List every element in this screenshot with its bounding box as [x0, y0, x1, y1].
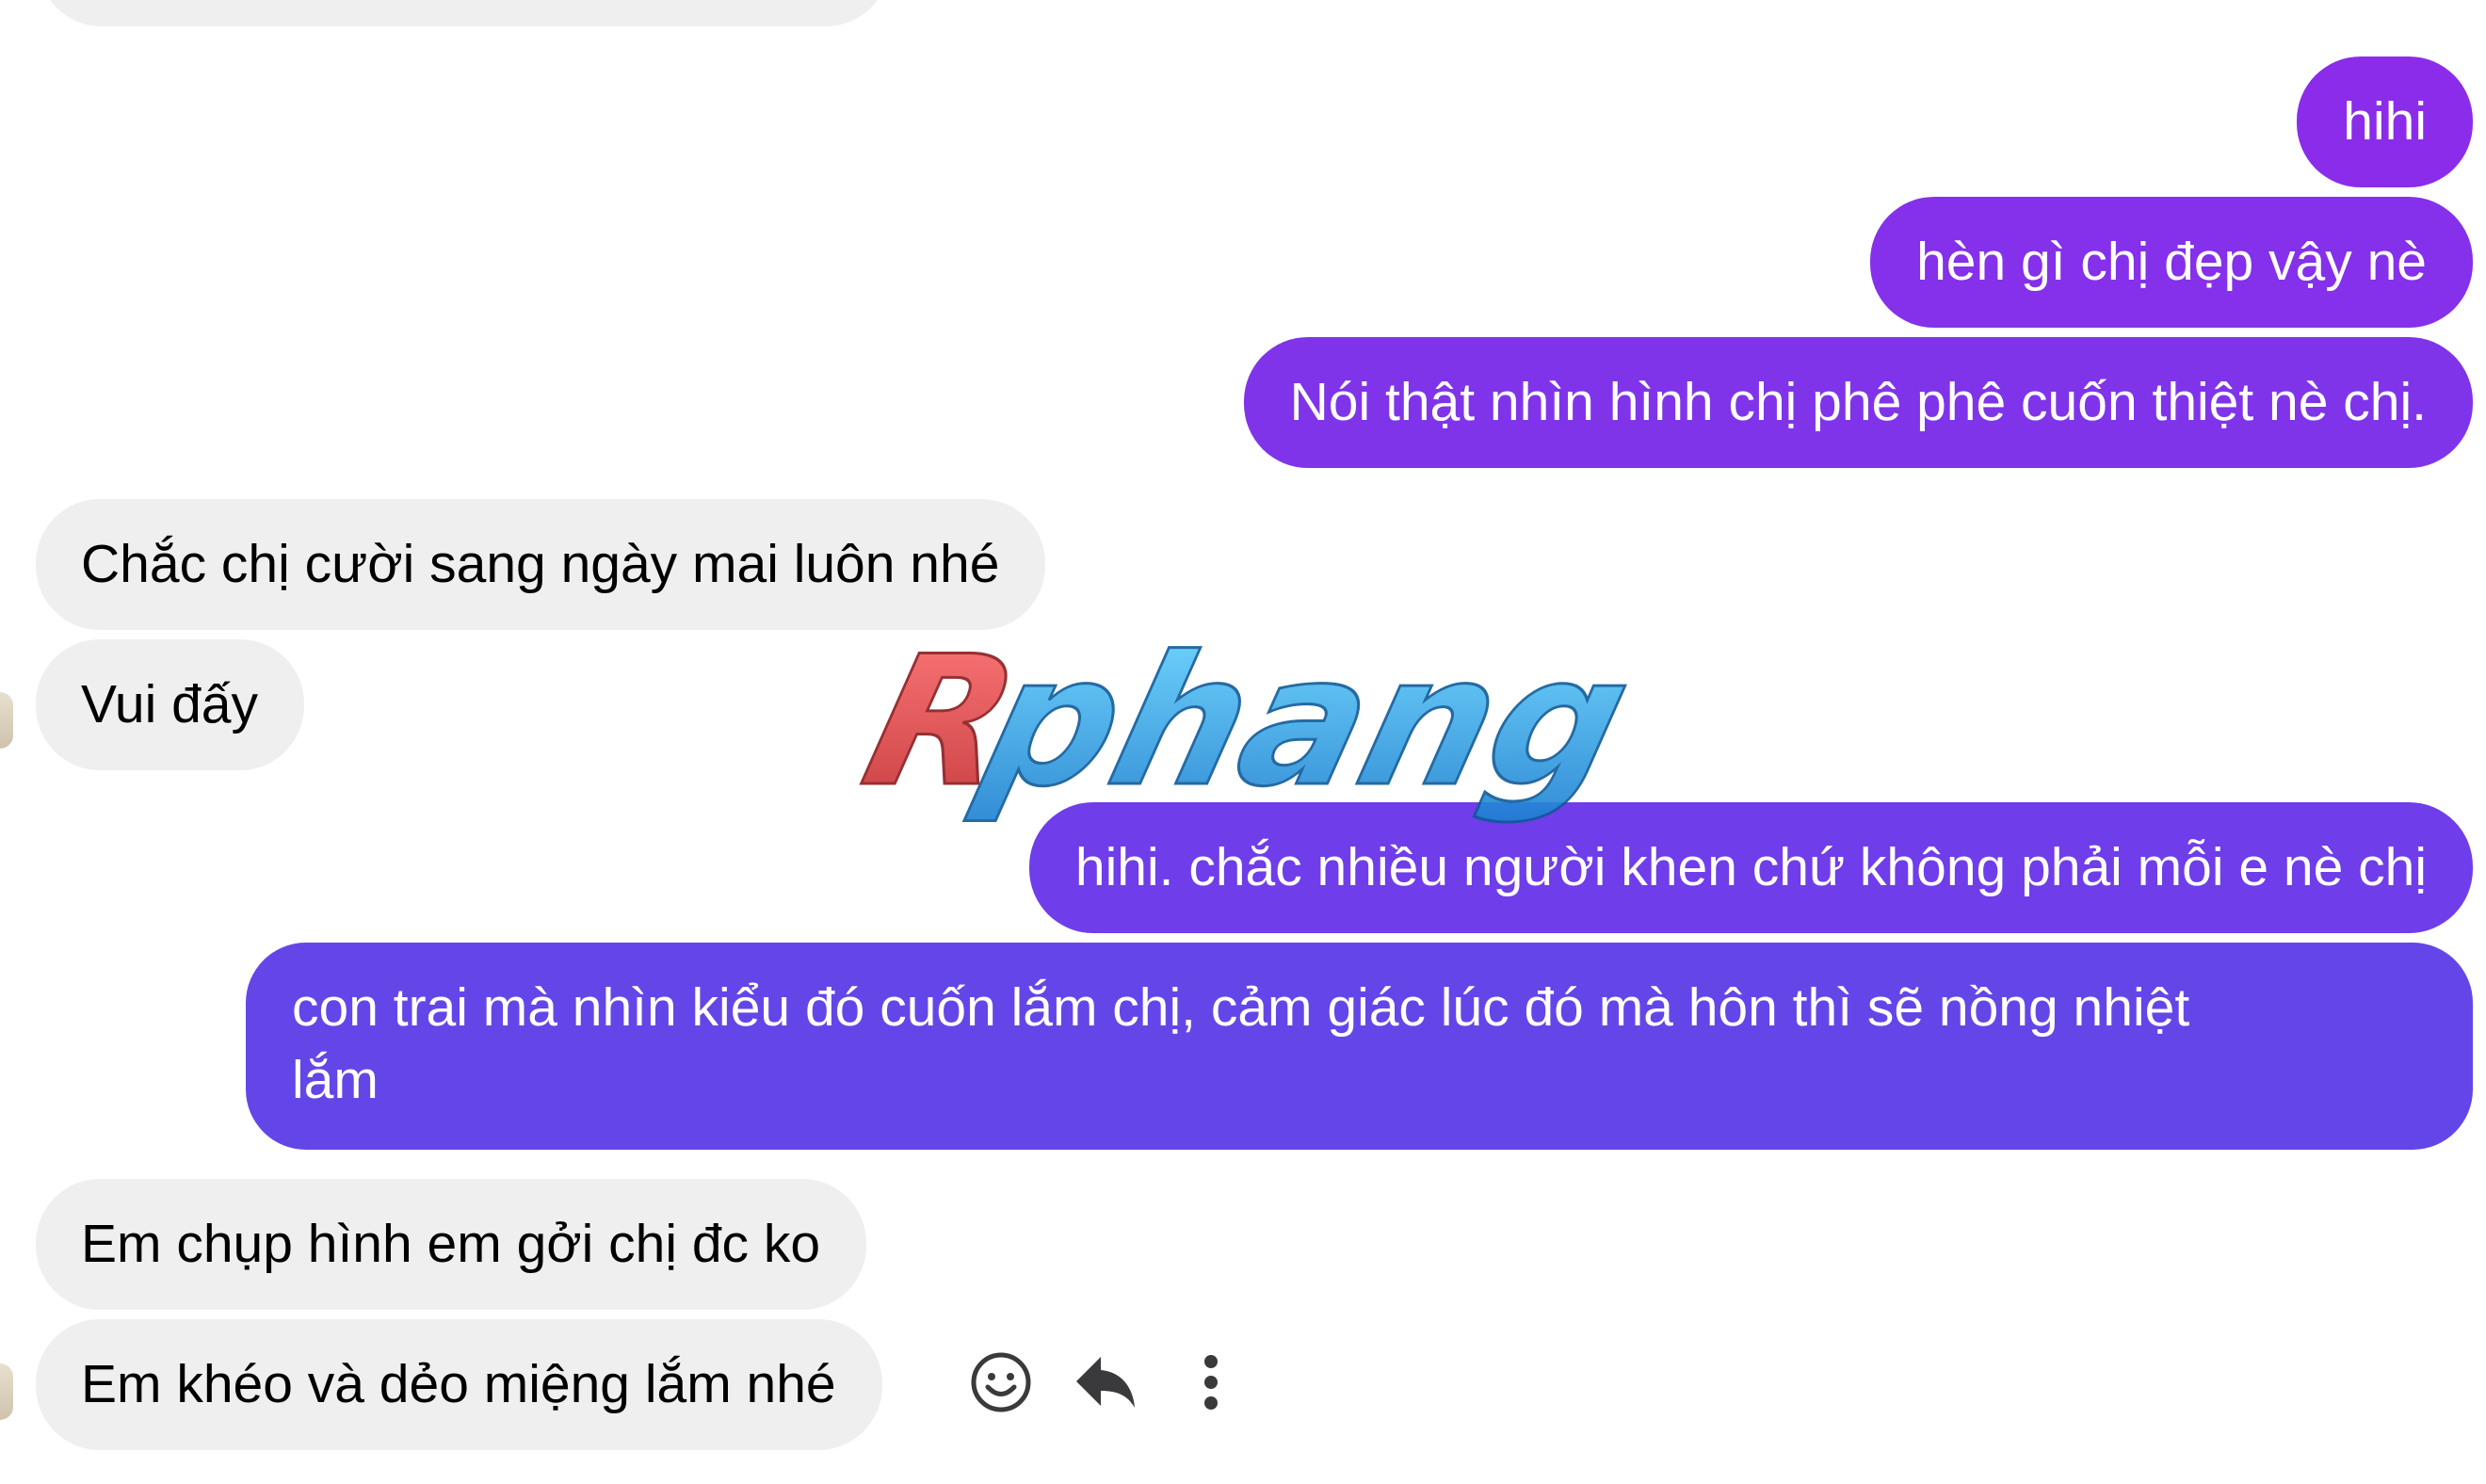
svg-text:R: R: [847, 642, 1037, 826]
message-bubble-incoming[interactable]: Em chụp hình em gởi chị đc ko: [36, 1179, 867, 1310]
message-bubble-outgoing[interactable]: hèn gì chị đẹp vậy nè: [1870, 197, 2473, 328]
message-text: Chắc chị cười sang ngày mai luôn nhé: [81, 534, 1000, 594]
message-bubble-incoming[interactable]: Chắc chị cười sang ngày mai luôn nhé: [36, 499, 1046, 630]
more-vertical-icon[interactable]: [1177, 1348, 1245, 1416]
message-text: Vui đấy: [81, 674, 259, 734]
message-text: hèn gì chị đẹp vậy nè: [1916, 232, 2427, 292]
message-bubble-outgoing[interactable]: hihi. chắc nhiều người khen chứ không ph…: [1028, 802, 2473, 933]
message-text: lắm: [292, 1050, 379, 1110]
reply-icon[interactable]: [1072, 1348, 1139, 1416]
message-text: con trai mà nhìn kiểu đó cuốn lắm chị, c…: [292, 977, 2190, 1038]
sender-avatar[interactable]: [0, 1363, 13, 1420]
message-bubble-outgoing[interactable]: con trai mà nhìn kiểu đó cuốn lắm chị, c…: [246, 943, 2473, 1150]
message-text: hihi. chắc nhiều người khen chứ không ph…: [1074, 837, 2427, 897]
message-text: Em khéo và dẻo miệng lắm nhé: [81, 1354, 836, 1414]
previous-message-bubble[interactable]: [38, 0, 890, 26]
message-bubble-incoming[interactable]: Em khéo và dẻo miệng lắm nhé: [36, 1319, 882, 1450]
sender-avatar[interactable]: [0, 692, 13, 749]
message-text: Em chụp hình em gởi chị đc ko: [81, 1214, 821, 1274]
message-text: Nói thật nhìn hình chị phê phê cuốn thiệ…: [1289, 372, 2427, 432]
message-bubble-incoming[interactable]: Vui đấy: [36, 639, 305, 770]
svg-text:phang: phang: [962, 642, 1627, 826]
smiley-icon[interactable]: [967, 1348, 1035, 1416]
message-bubble-outgoing[interactable]: hihi: [2297, 56, 2473, 187]
message-bubble-outgoing[interactable]: Nói thật nhìn hình chị phê phê cuốn thiệ…: [1243, 337, 2473, 468]
message-text: hihi: [2343, 91, 2427, 152]
